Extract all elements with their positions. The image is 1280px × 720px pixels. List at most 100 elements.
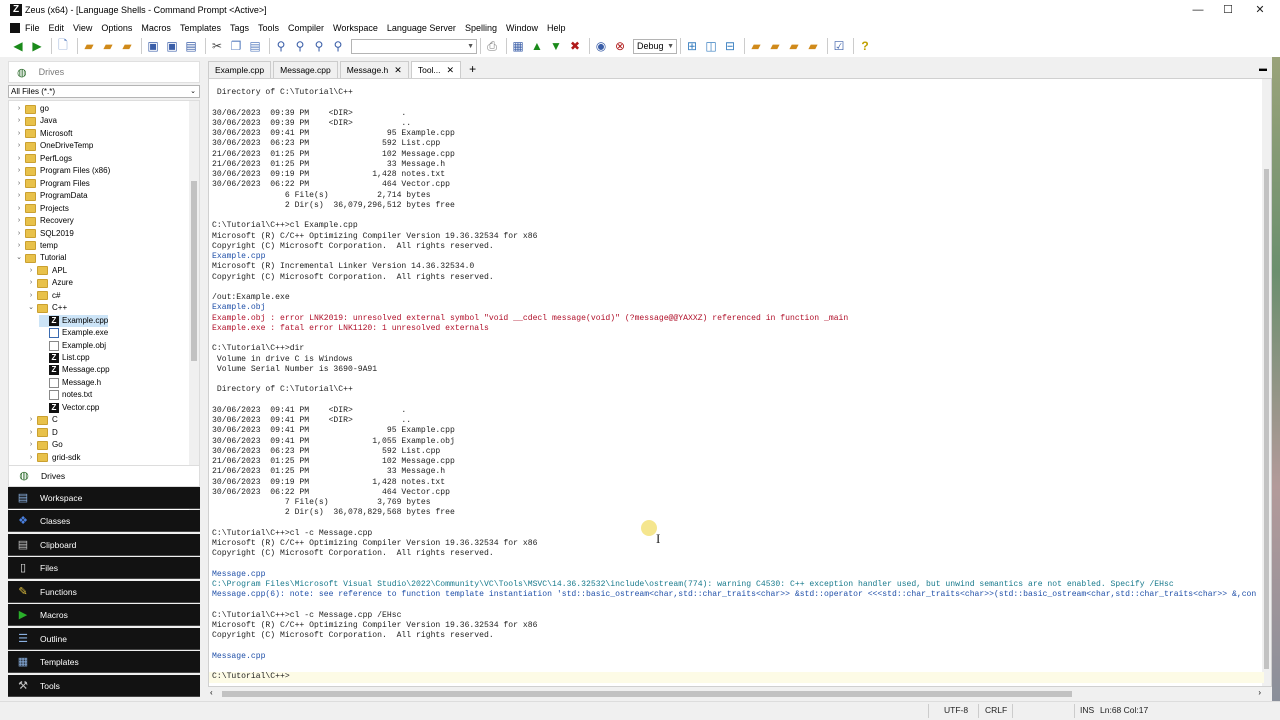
help-icon[interactable]: ? — [857, 38, 873, 54]
tile-grid-icon[interactable]: ⊞ — [684, 38, 700, 54]
tile-horizontal-icon[interactable]: ⊟ — [722, 38, 738, 54]
expand-chevron-icon[interactable]: › — [15, 215, 23, 227]
print-preview-icon[interactable]: ▤ — [183, 38, 199, 54]
debug-stop-icon[interactable]: ⊗ — [612, 38, 628, 54]
tree-item[interactable]: ⌄ C++ — [27, 302, 67, 314]
command-prompt-output[interactable]: Directory of C:\Tutorial\C++ 30/06/2023 0… — [208, 78, 1272, 687]
expand-chevron-icon[interactable]: › — [15, 178, 23, 190]
close-tab-icon[interactable]: ✕ — [394, 62, 402, 78]
tree-item[interactable]: › c# — [27, 290, 60, 302]
move-down-icon[interactable]: ▼ — [548, 38, 564, 54]
expand-chevron-icon[interactable]: › — [27, 439, 35, 451]
file-filter-select[interactable]: All Files (*.*) ⌄ — [8, 85, 200, 98]
editor-hscrollbar-thumb[interactable] — [222, 691, 1072, 697]
panel-clipboard[interactable]: ▤ Clipboard — [8, 534, 200, 556]
tab-tools[interactable]: Tool... ✕ — [410, 61, 462, 78]
tree-item[interactable]: › APL — [27, 265, 67, 277]
expand-chevron-icon[interactable]: › — [27, 277, 35, 289]
paste-icon[interactable]: ▤ — [247, 38, 263, 54]
scroll-left-icon[interactable]: ‹ — [210, 688, 213, 697]
expand-chevron-icon[interactable]: › — [15, 115, 23, 127]
new-tab-icon[interactable]: + — [469, 61, 476, 78]
tab-message-cpp[interactable]: Message.cpp — [273, 61, 338, 78]
tree-item[interactable]: › SQL2019 — [15, 228, 74, 240]
expand-chevron-icon[interactable]: ⌄ — [15, 252, 23, 264]
tree-item[interactable]: Z List.cpp — [39, 352, 90, 364]
tree-item[interactable]: Z Vector.cpp — [39, 402, 99, 414]
minimize-button[interactable]: — — [1182, 0, 1214, 20]
panel-workspace[interactable]: ▤ Workspace — [8, 487, 200, 509]
status-line-ending[interactable]: CRLF — [985, 705, 1007, 715]
panel-tools[interactable]: ⚒ Tools — [8, 675, 200, 697]
open-folder-alt-icon[interactable]: ▰ — [100, 38, 116, 54]
tab-message-h[interactable]: Message.h ✕ — [339, 61, 409, 78]
search-icon[interactable]: ⚲ — [273, 38, 289, 54]
expand-chevron-icon[interactable]: › — [27, 414, 35, 426]
file-tree[interactable]: › grid-sdk › Go › D › C Z Vector.cpp notes.txt Mess… — [8, 100, 200, 517]
new-file-icon[interactable]: 🗋 — [55, 38, 71, 54]
menu-tools[interactable]: Tools — [258, 23, 279, 33]
search-combo[interactable]: ▼ — [351, 38, 477, 54]
panel-drives[interactable]: ◍ Drives — [8, 465, 200, 487]
panel-files[interactable]: ▯ Files — [8, 557, 200, 579]
workspace-close-icon[interactable]: ▰ — [786, 38, 802, 54]
tile-vertical-icon[interactable]: ◫ — [703, 38, 719, 54]
tree-scrollbar-thumb[interactable] — [191, 181, 197, 361]
expand-chevron-icon[interactable]: › — [27, 452, 35, 464]
menu-compiler[interactable]: Compiler — [288, 23, 324, 33]
expand-chevron-icon[interactable]: › — [15, 228, 23, 240]
close-tab-icon[interactable]: ✕ — [447, 62, 455, 78]
tree-item[interactable]: Message.h — [39, 377, 101, 389]
workspace-open-icon[interactable]: ▰ — [748, 38, 764, 54]
expand-chevron-icon[interactable]: › — [15, 153, 23, 165]
tree-item[interactable]: › OneDriveTemp — [15, 140, 93, 152]
workspace-save-icon[interactable]: ▰ — [767, 38, 783, 54]
stop-build-icon[interactable]: ✖ — [567, 38, 583, 54]
menu-templates[interactable]: Templates — [180, 23, 221, 33]
status-insert-mode[interactable]: INS — [1080, 705, 1094, 715]
document-icon[interactable] — [10, 22, 20, 33]
compile-icon[interactable]: ▦ — [510, 38, 526, 54]
expand-chevron-icon[interactable]: › — [15, 165, 23, 177]
menu-language-server[interactable]: Language Server — [387, 23, 456, 33]
tree-item[interactable]: › Azure — [27, 277, 73, 289]
tree-item[interactable]: › Program Files (x86) — [15, 165, 110, 177]
expand-chevron-icon[interactable]: › — [15, 128, 23, 140]
tree-item[interactable]: › Java — [15, 115, 57, 127]
forward-arrow-icon[interactable]: ▶ — [29, 38, 45, 54]
tree-item[interactable]: › Recovery — [15, 215, 74, 227]
menu-view[interactable]: View — [73, 23, 92, 33]
scroll-right-icon[interactable]: › — [1258, 688, 1261, 697]
editor-scrollbar[interactable] — [1262, 79, 1271, 686]
close-window-button[interactable]: ✕ — [1244, 0, 1276, 20]
expand-chevron-icon[interactable]: ⌄ — [27, 302, 35, 314]
tree-item[interactable]: › Microsoft — [15, 128, 72, 140]
copy-icon[interactable]: ❐ — [228, 38, 244, 54]
tree-item[interactable]: › Program Files — [15, 178, 90, 190]
status-encoding[interactable]: UTF-8 — [944, 705, 968, 715]
editor-scrollbar-thumb[interactable] — [1264, 169, 1269, 669]
menu-file[interactable]: File — [25, 23, 40, 33]
expand-chevron-icon[interactable]: › — [15, 240, 23, 252]
menu-macros[interactable]: Macros — [141, 23, 171, 33]
tree-item[interactable]: Z Message.cpp — [39, 364, 110, 376]
editor-hscrollbar[interactable]: ‹ › — [208, 688, 1263, 700]
expand-chevron-icon[interactable]: › — [15, 203, 23, 215]
tree-scrollbar[interactable] — [189, 101, 199, 516]
tab-example-cpp[interactable]: Example.cpp — [208, 61, 272, 78]
panel-macros[interactable]: ▶ Macros — [8, 604, 200, 626]
tab-list-icon[interactable]: ▬ — [1259, 64, 1267, 73]
expand-chevron-icon[interactable]: › — [15, 140, 23, 152]
menu-options[interactable]: Options — [101, 23, 132, 33]
expand-chevron-icon[interactable]: › — [27, 265, 35, 277]
move-up-icon[interactable]: ▲ — [529, 38, 545, 54]
build-config-select[interactable]: Debug ▼ — [633, 38, 677, 54]
menu-window[interactable]: Window — [506, 23, 538, 33]
menu-edit[interactable]: Edit — [49, 23, 65, 33]
expand-chevron-icon[interactable]: › — [15, 190, 23, 202]
maximize-button[interactable]: ☐ — [1212, 0, 1244, 20]
tree-item[interactable]: notes.txt — [39, 389, 92, 401]
cut-icon[interactable]: ✂ — [209, 38, 225, 54]
tree-item[interactable]: › D — [27, 427, 58, 439]
panel-functions[interactable]: ✎ Functions — [8, 581, 200, 603]
